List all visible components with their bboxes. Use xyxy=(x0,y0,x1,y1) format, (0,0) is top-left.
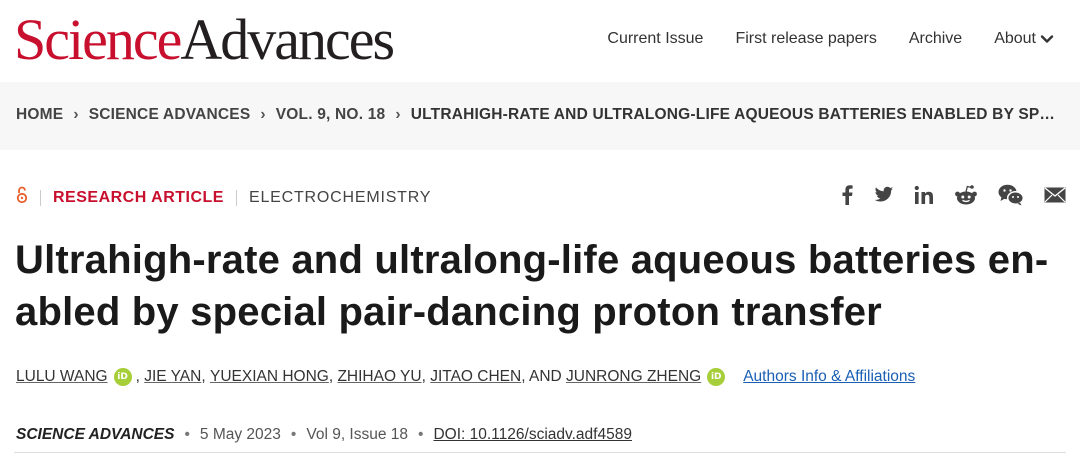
authors-affiliations-link[interactable]: Authors Info & Affiliations xyxy=(743,368,915,386)
divider xyxy=(40,189,41,206)
chevron-right-icon: › xyxy=(73,106,79,123)
reddit-icon[interactable] xyxy=(954,184,978,206)
author-link[interactable]: JUNRONG ZHENG xyxy=(566,368,701,386)
orcid-icon[interactable]: iD xyxy=(113,368,132,386)
author-link[interactable]: LULU WANG xyxy=(16,368,108,386)
author-link[interactable]: JIE YAN xyxy=(144,368,201,386)
site-header: ScienceAdvances Current Issue First rele… xyxy=(0,0,1080,82)
nav-about[interactable]: About xyxy=(994,30,1054,48)
journal-name[interactable]: SCIENCE ADVANCES xyxy=(16,426,174,444)
linkedin-icon[interactable] xyxy=(914,185,934,205)
science-advances-logo[interactable]: ScienceAdvances xyxy=(14,10,395,70)
chevron-right-icon: › xyxy=(260,106,266,123)
nav-archive[interactable]: Archive xyxy=(909,30,962,48)
separator-dot: • xyxy=(418,426,424,443)
article-type: RESEARCH ARTICLE xyxy=(53,188,224,206)
article-subject[interactable]: ELECTROCHEMISTRY xyxy=(249,189,431,207)
author-and: , AND xyxy=(521,368,562,385)
author-link[interactable]: ZHIHAO YU xyxy=(337,368,421,386)
volume-issue[interactable]: Vol 9, Issue 18 xyxy=(306,426,408,444)
nav-first-release-papers[interactable]: First release papers xyxy=(735,30,876,48)
breadcrumb-bar: HOME › SCIENCE ADVANCES › VOL. 9, NO. 18… xyxy=(0,82,1080,150)
chevron-down-icon xyxy=(1040,35,1054,43)
author-link[interactable]: JITAO CHEN xyxy=(430,368,521,386)
article-meta: RESEARCH ARTICLE ELECTROCHEMISTRY xyxy=(16,186,431,209)
breadcrumb-home[interactable]: HOME xyxy=(16,106,63,124)
breadcrumb-journal[interactable]: SCIENCE ADVANCES xyxy=(89,106,251,124)
divider xyxy=(235,189,237,206)
breadcrumb-issue[interactable]: VOL. 9, NO. 18 xyxy=(276,106,386,124)
nav-current-issue[interactable]: Current Issue xyxy=(607,30,703,48)
facebook-icon[interactable] xyxy=(840,184,854,206)
article-title: Ultrahigh-rate and ultralong-life aqueou… xyxy=(15,238,1049,334)
separator-dot: • xyxy=(290,426,297,443)
email-icon[interactable] xyxy=(1044,187,1066,203)
share-bar xyxy=(840,184,1066,206)
author-link[interactable]: YUEXIAN HONG xyxy=(210,368,329,386)
author-list: LULU WANG iD, JIE YAN, YUEXIAN HONG, ZHI… xyxy=(16,368,916,386)
nav-about-label: About xyxy=(994,30,1036,47)
divider xyxy=(14,452,1066,453)
orcid-icon[interactable]: iD xyxy=(707,368,726,386)
open-access-icon xyxy=(16,186,28,209)
breadcrumb-article: ULTRAHIGH-RATE AND ULTRALONG-LIFE AQUEOU… xyxy=(410,106,1061,123)
separator-dot: • xyxy=(184,426,190,443)
citation-line: SCIENCE ADVANCES • 5 May 2023 • Vol 9, I… xyxy=(16,426,632,444)
twitter-icon[interactable] xyxy=(874,186,894,204)
chevron-right-icon: › xyxy=(395,106,401,123)
main-nav: Current Issue First release papers Archi… xyxy=(607,30,1054,48)
publication-date: 5 May 2023 xyxy=(199,426,281,443)
breadcrumb: HOME › SCIENCE ADVANCES › VOL. 9, NO. 18… xyxy=(16,106,1061,124)
doi-link[interactable]: DOI: 10.1126/sciadv.adf4589 xyxy=(433,426,631,444)
wechat-icon[interactable] xyxy=(998,184,1024,206)
